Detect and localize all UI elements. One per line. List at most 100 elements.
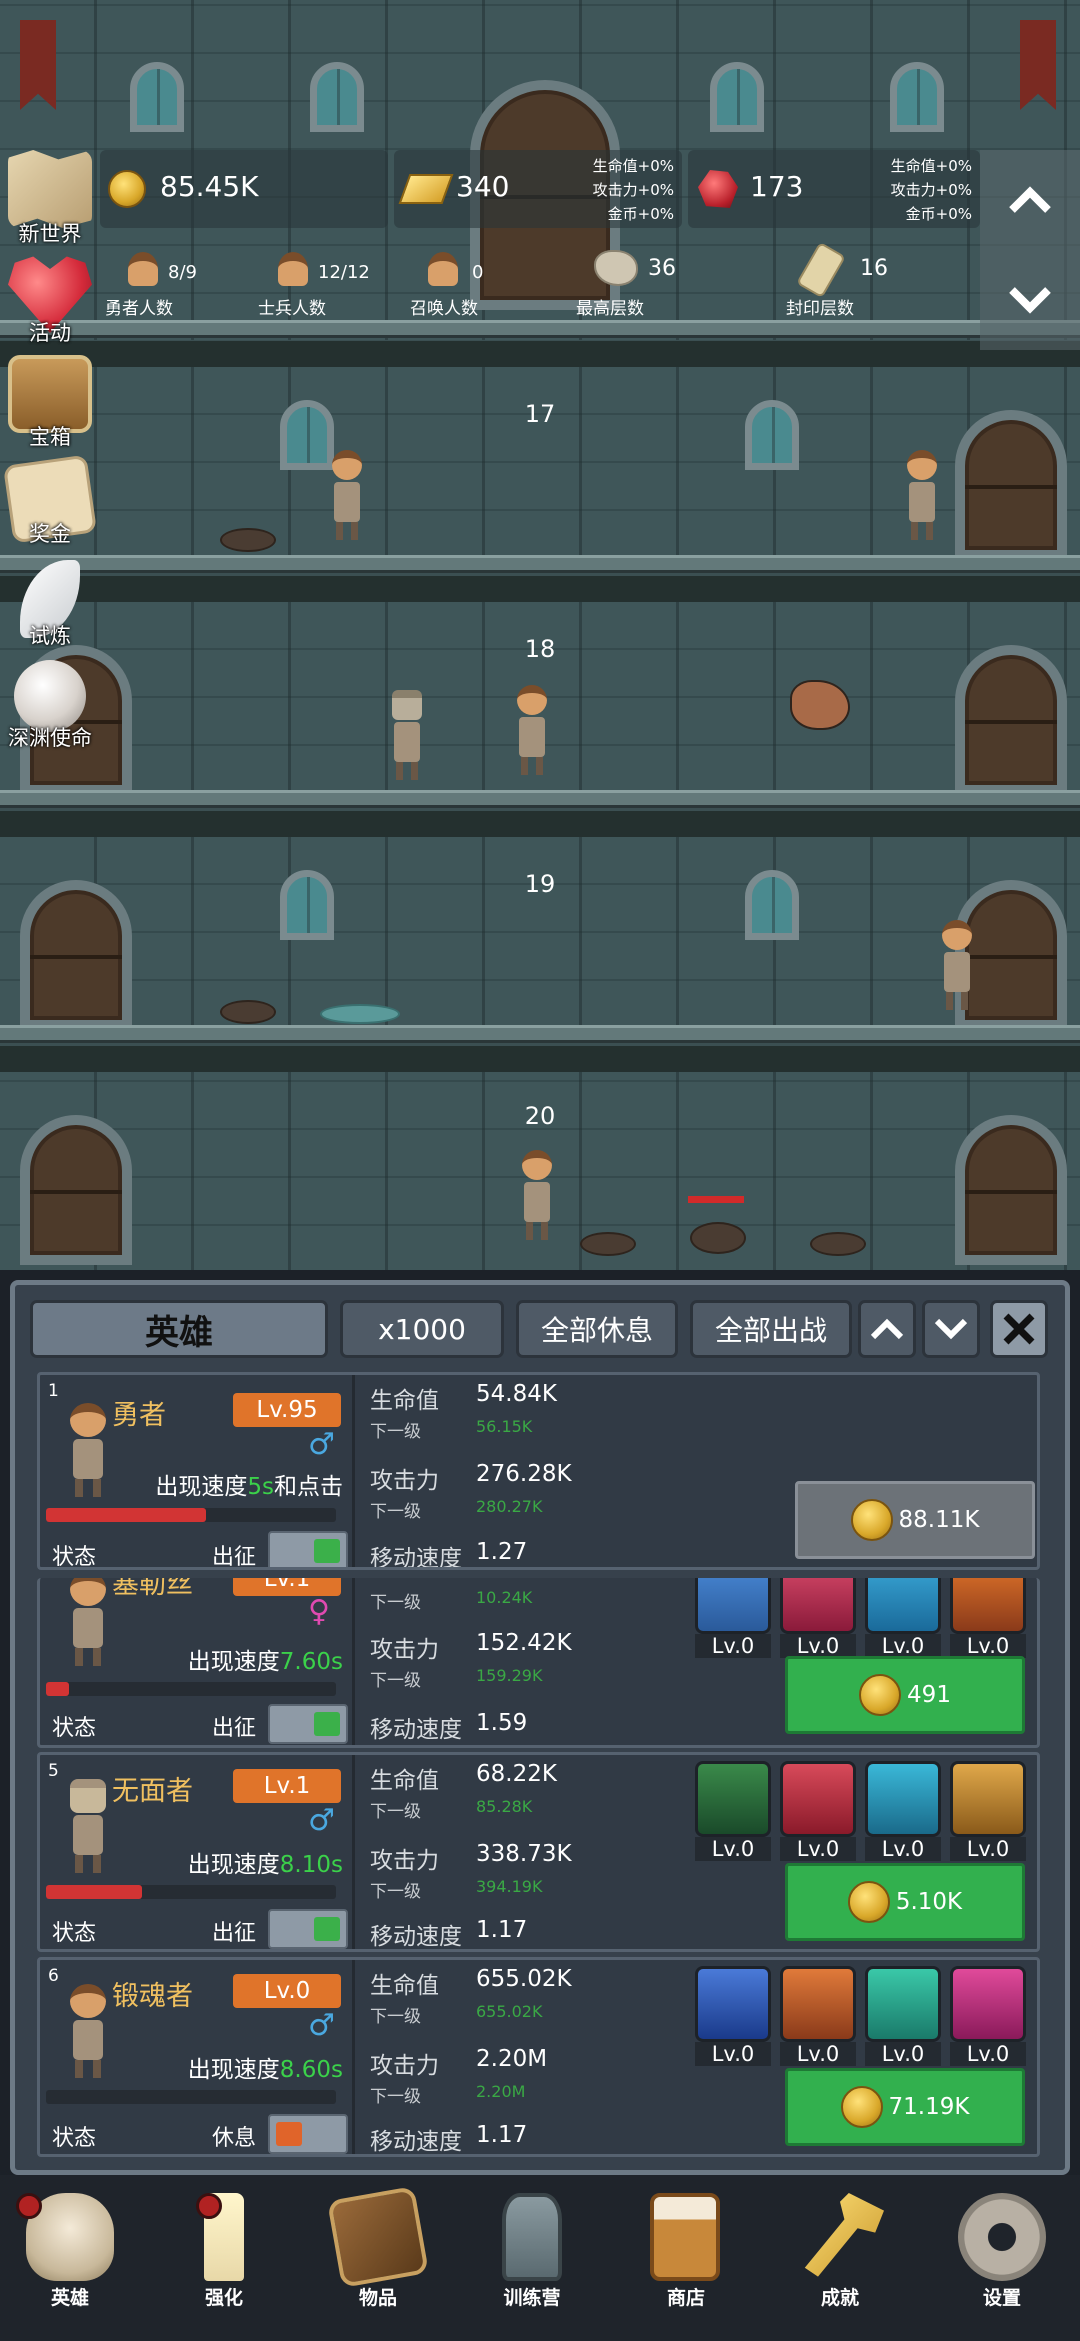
deploy-toggle[interactable]: [268, 1704, 348, 1744]
nav-training-camp[interactable]: 训练营: [462, 2183, 602, 2333]
menu-bonus[interactable]: 奖金: [0, 454, 100, 560]
hero-card[interactable]: 塞勒丝 Lv.1 ♀ 出现速度7.60s 状态 出征 下一级 10.24K 攻击…: [37, 1578, 1040, 1748]
deploy-toggle[interactable]: [268, 1909, 348, 1949]
spawn-speed-suffix: 和点击: [274, 1474, 343, 1500]
upgrade-button[interactable]: 71.19K: [785, 2068, 1025, 2146]
bottom-nav: 英雄 强化 物品 训练营 商店 成就 设置: [0, 2175, 1080, 2341]
spider-remains: [810, 1232, 866, 1256]
move-speed-value: 1.27: [476, 1539, 528, 1565]
nav-settings[interactable]: 设置: [932, 2183, 1072, 2333]
mode-label: 休息: [212, 2126, 257, 2151]
nav-items[interactable]: 物品: [308, 2183, 448, 2333]
boot-skill-icon[interactable]: [950, 1966, 1026, 2042]
upgrade-button[interactable]: 491: [785, 1656, 1025, 1734]
tab-heroes[interactable]: 英雄: [30, 1300, 328, 1358]
divider: [352, 1375, 355, 1567]
nav-label: 成就: [820, 2287, 859, 2309]
sword-skill-icon[interactable]: [780, 1761, 856, 1837]
nav-enhance[interactable]: 强化: [154, 2183, 294, 2333]
list-down-button[interactable]: [922, 1300, 980, 1358]
seal-floor: 16: [860, 256, 888, 281]
hero-name: 塞勒丝: [112, 1578, 193, 1600]
gem-icon: [698, 170, 738, 208]
bonus-gold: 金币+0%: [905, 205, 972, 223]
floor-number: 17: [524, 400, 556, 428]
boot-skill-icon[interactable]: [865, 1761, 941, 1837]
deploy-all-button[interactable]: 全部出战: [690, 1300, 852, 1358]
hero-card[interactable]: 1 勇者 Lv.95 ♂ 出现速度5s和点击 状态 出征 生命值 54.84K …: [37, 1372, 1040, 1570]
helmet-skill-icon[interactable]: [695, 1966, 771, 2042]
bonus-atk: 攻击力+0%: [890, 181, 972, 199]
hero-sprite: [905, 450, 939, 540]
beer-icon: [650, 2193, 720, 2281]
hero-portrait: [66, 1779, 110, 1875]
skill-level: Lv.0: [780, 1837, 856, 1861]
hero-index: 1: [48, 1381, 59, 1401]
hero-index: 6: [48, 1966, 59, 1986]
axe-skill-icon[interactable]: [780, 1966, 856, 2042]
upgrade-cost: 88.11K: [898, 1507, 980, 1533]
status-label: 状态: [52, 2126, 97, 2151]
hero-card[interactable]: 5 无面者 Lv.1 ♂ 出现速度8.10s 状态 出征 生命值 68.22K …: [37, 1752, 1040, 1952]
menu-label: 深渊使命: [8, 726, 92, 750]
gold-bar-panel: 340 生命值+0% 攻击力+0% 金币+0%: [394, 150, 682, 228]
atk-label: 攻击力: [370, 1637, 439, 1663]
rest-all-button[interactable]: 全部休息: [516, 1300, 678, 1358]
door: [955, 410, 1067, 560]
hero-hp-fill: [46, 1682, 70, 1696]
armor-skill-icon[interactable]: [950, 1578, 1026, 1634]
menu-chest[interactable]: 宝箱: [0, 355, 100, 455]
hp-next-value: 56.15K: [476, 1417, 533, 1436]
upgrade-button[interactable]: 5.10K: [785, 1863, 1025, 1941]
beast-skill-icon[interactable]: [780, 1578, 856, 1634]
menu-trial[interactable]: 试炼: [0, 560, 100, 660]
helmet-skill-icon[interactable]: [950, 1761, 1026, 1837]
shield-skill-icon[interactable]: [695, 1761, 771, 1837]
gold-panel: 85.45K: [100, 150, 388, 228]
spawn-speed-value: 8.10s: [279, 1852, 343, 1878]
skill-level: Lv.0: [780, 1634, 856, 1658]
hero-name: 锻魂者: [112, 1981, 193, 2012]
nav-achievements[interactable]: 成就: [770, 2183, 910, 2333]
menu-new-world[interactable]: 新世界: [0, 150, 100, 250]
nav-heroes[interactable]: 英雄: [0, 2183, 140, 2333]
menu-label: 奖金: [29, 522, 71, 546]
deploy-toggle[interactable]: [268, 1531, 348, 1567]
close-icon: [1003, 1313, 1035, 1345]
menu-event[interactable]: 活动: [0, 255, 100, 355]
list-up-button[interactable]: [858, 1300, 916, 1358]
hero-level-badge: Lv.0: [233, 1974, 341, 2008]
hero-hp-bar: [46, 1682, 336, 1696]
menu-label: 新世界: [18, 222, 82, 246]
floor-band: [0, 811, 1080, 837]
upgrade-button[interactable]: 88.11K: [795, 1481, 1035, 1559]
scroll-up-button[interactable]: [980, 150, 1080, 250]
menu-abyss-mission[interactable]: 深渊使命: [0, 660, 100, 760]
floor-band: [0, 341, 1080, 367]
hammer-skill-icon[interactable]: [865, 1966, 941, 2042]
ledge: [0, 555, 1080, 573]
gear-icon: [958, 2193, 1046, 2281]
summon-avatar-icon: [428, 252, 458, 286]
hero-level-badge: Lv.95: [233, 1393, 341, 1427]
mode-label: 出征: [212, 1716, 257, 1741]
gem-panel: 173 生命值+0% 攻击力+0% 金币+0%: [688, 150, 980, 228]
move-speed-label: 移动速度: [370, 1546, 462, 1570]
atk-value: 338.73K: [476, 1841, 572, 1867]
scroll-down-button[interactable]: [980, 250, 1080, 350]
rest-toggle[interactable]: [268, 2114, 348, 2154]
close-button[interactable]: [990, 1300, 1048, 1358]
hero-card[interactable]: 6 锻魂者 Lv.0 ♂ 出现速度8.60s 状态 休息 生命值 655.02K…: [37, 1957, 1040, 2157]
star-skill-icon[interactable]: [695, 1578, 771, 1634]
hp-next-label: 下一级: [370, 2007, 421, 2027]
nav-shop[interactable]: 商店: [616, 2183, 756, 2333]
toggle-knob: [314, 1917, 340, 1941]
boot-skill-icon[interactable]: [865, 1578, 941, 1634]
move-speed-value: 1.17: [476, 2122, 528, 2148]
floor-scroll-buttons: [980, 150, 1080, 350]
upgrade-cost: 71.19K: [888, 2094, 970, 2120]
skill-level: Lv.0: [950, 2042, 1026, 2066]
multiplier-button[interactable]: x1000: [340, 1300, 504, 1358]
floor-19-wall: [0, 837, 1080, 1027]
gold-coin-icon: [840, 2086, 883, 2128]
